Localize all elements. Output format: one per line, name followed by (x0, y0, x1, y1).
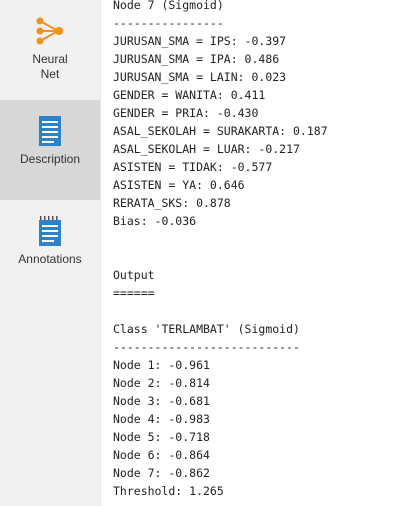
description-line: JURUSAN_SMA = IPS: -0.397 (113, 34, 287, 48)
description-line: ---------------- (113, 16, 224, 30)
description-line: ASAL_SEKOLAH = SURAKARTA: 0.187 (113, 124, 328, 138)
sidebar-item-description[interactable]: Description (0, 100, 100, 200)
notepad-icon (33, 214, 67, 248)
view-sidebar: Neural Net Description Annotations (0, 0, 101, 506)
description-line (113, 230, 401, 248)
neural-net-icon (33, 14, 67, 48)
sidebar-item-label: Annotations (18, 252, 82, 266)
description-line: Node 2: -0.814 (113, 376, 210, 390)
description-line: Node 6: -0.864 (113, 448, 210, 462)
description-line: Class 'TERLAMBAT' (Sigmoid) (113, 322, 300, 336)
sidebar-item-annotations[interactable]: Annotations (0, 200, 100, 300)
description-line: ====== (113, 286, 155, 300)
description-line: GENDER = PRIA: -0.430 (113, 106, 259, 120)
description-line: Node 1: -0.961 (113, 358, 210, 372)
description-line: Node 5: -0.718 (113, 430, 210, 444)
description-line (113, 248, 401, 266)
description-line (113, 302, 401, 320)
description-line: Threshold: 1.265 (113, 484, 224, 498)
description-line: Node 7 (Sigmoid) (113, 0, 224, 12)
description-line: Output (113, 268, 155, 282)
description-line: JURUSAN_SMA = IPA: 0.486 (113, 52, 280, 66)
description-line: RERATA_SKS: 0.878 (113, 196, 231, 210)
description-line: GENDER = WANITA: 0.411 (113, 88, 266, 102)
description-line: Node 4: -0.983 (113, 412, 210, 426)
description-line: ASISTEN = TIDAK: -0.577 (113, 160, 273, 174)
sidebar-item-label: Neural Net (32, 52, 68, 81)
description-line: ASAL_SEKOLAH = LUAR: -0.217 (113, 142, 300, 156)
description-line: --------------------------- (113, 340, 300, 354)
document-icon (33, 114, 67, 148)
description-line: Node 3: -0.681 (113, 394, 210, 408)
description-line: ASISTEN = YA: 0.646 (113, 178, 245, 192)
sidebar-item-neural-net[interactable]: Neural Net (0, 0, 100, 100)
sidebar-item-label: Description (19, 152, 81, 166)
description-line: JURUSAN_SMA = LAIN: 0.023 (113, 70, 287, 84)
description-line: Node 7: -0.862 (113, 466, 210, 480)
description-text-panel[interactable]: Node 7 (Sigmoid) ---------------- JURUSAN_… (101, 0, 401, 506)
description-line: Bias: -0.036 (113, 214, 197, 228)
